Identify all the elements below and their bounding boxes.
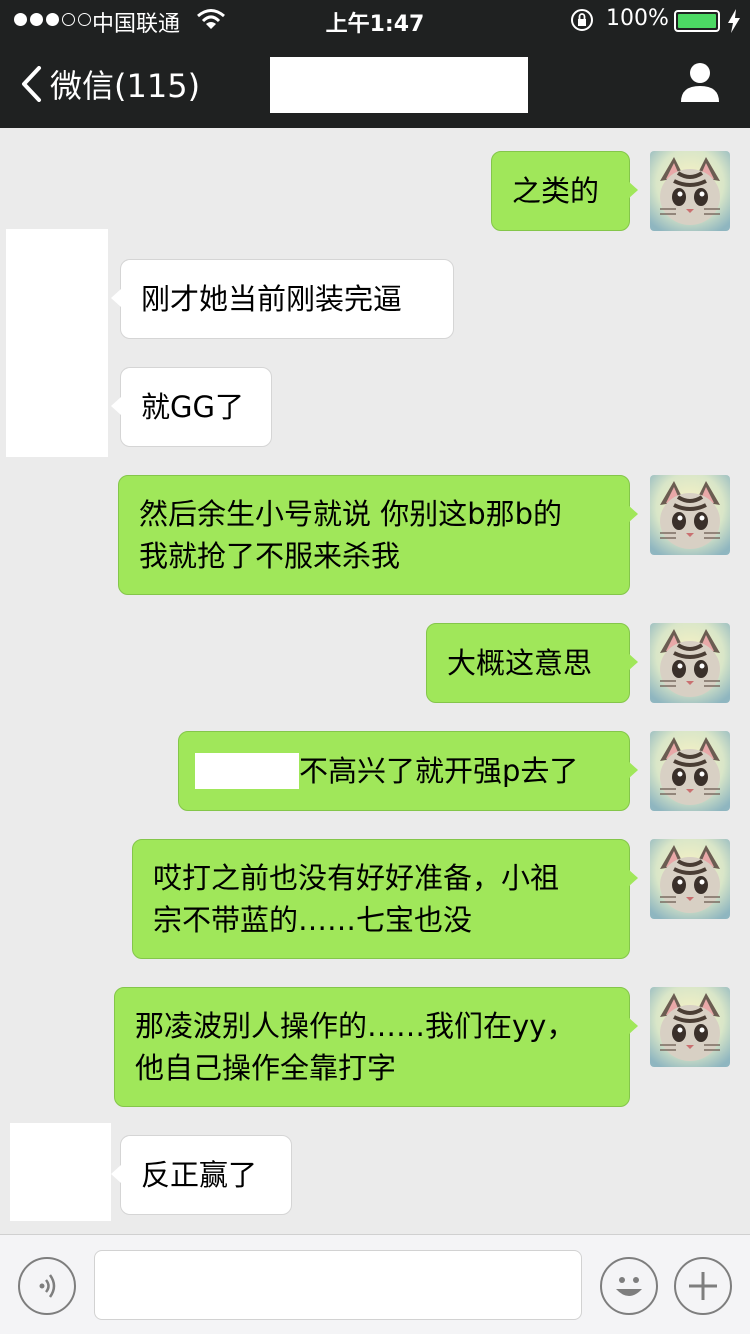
top-chrome: 中国联通 上午1:47 100% 微信(115)	[0, 0, 750, 128]
input-bar	[0, 1234, 750, 1334]
message-bubble-outgoing[interactable]: 然后余生小号就说 你别这b那b的 我就抢了不服来杀我	[118, 475, 630, 595]
emoji-icon	[616, 1277, 642, 1296]
back-button[interactable]: 微信(115)	[20, 62, 200, 106]
battery-icon	[674, 10, 720, 32]
back-label: 微信(115)	[50, 67, 201, 105]
message-text: 不高兴了就开强p去了	[299, 754, 579, 788]
message-bubble-incoming[interactable]: 反正赢了	[120, 1135, 292, 1215]
my-avatar[interactable]	[650, 731, 730, 811]
message-text: 就GG了	[141, 390, 244, 424]
message-list: 之类的 刚才她当前刚装完逼 就GG了 然后余生小号就说 你别这b那b的 我就抢了…	[0, 128, 750, 1234]
emoji-button[interactable]	[600, 1257, 658, 1315]
message-bubble-outgoing[interactable]: 大概这意思	[426, 623, 630, 703]
my-avatar[interactable]	[650, 623, 730, 703]
message-bubble-incoming[interactable]: 就GG了	[120, 367, 272, 447]
battery-percent: 100%	[606, 6, 669, 31]
my-avatar[interactable]	[650, 839, 730, 919]
charging-bolt-icon	[728, 9, 740, 33]
my-avatar[interactable]	[650, 987, 730, 1067]
message-text: 反正赢了	[141, 1158, 258, 1192]
rotation-lock-icon	[571, 9, 593, 31]
message-bubble-outgoing[interactable]: 那凌波别人操作的……我们在yy， 他自己操作全靠打字	[114, 987, 630, 1107]
my-avatar[interactable]	[650, 151, 730, 231]
message-text: 之类的	[512, 174, 600, 208]
sender-avatar-redacted[interactable]	[6, 229, 108, 457]
message-text: 大概这意思	[447, 646, 593, 680]
message-bubble-outgoing[interactable]: 不高兴了就开强p去了	[178, 731, 630, 811]
message-input[interactable]	[94, 1250, 582, 1320]
plus-button[interactable]	[674, 1257, 732, 1315]
message-bubble-outgoing[interactable]: 之类的	[491, 151, 630, 231]
voice-button[interactable]	[18, 1257, 76, 1315]
message-text: 哎打之前也没有好好准备，小祖 宗不带蓝的……七宝也没	[153, 861, 560, 937]
message-text: 刚才她当前刚装完逼	[141, 282, 403, 316]
redacted-name	[195, 753, 299, 789]
nav-bar: 微信(115)	[0, 40, 750, 128]
message-bubble-incoming[interactable]: 刚才她当前刚装完逼	[120, 259, 454, 339]
my-avatar[interactable]	[650, 475, 730, 555]
message-text: 那凌波别人操作的……我们在yy， 他自己操作全靠打字	[135, 1009, 576, 1085]
plus-icon	[689, 1272, 717, 1300]
sender-avatar-redacted[interactable]	[10, 1123, 111, 1221]
chevron-left-icon	[22, 66, 41, 102]
message-bubble-outgoing[interactable]: 哎打之前也没有好好准备，小祖 宗不带蓝的……七宝也没	[132, 839, 630, 959]
status-bar: 中国联通 上午1:47 100%	[0, 0, 750, 40]
voice-icon	[39, 1274, 56, 1298]
person-icon[interactable]	[680, 60, 720, 104]
message-text: 然后余生小号就说 你别这b那b的 我就抢了不服来杀我	[139, 497, 563, 573]
chat-title-redacted	[270, 57, 528, 113]
